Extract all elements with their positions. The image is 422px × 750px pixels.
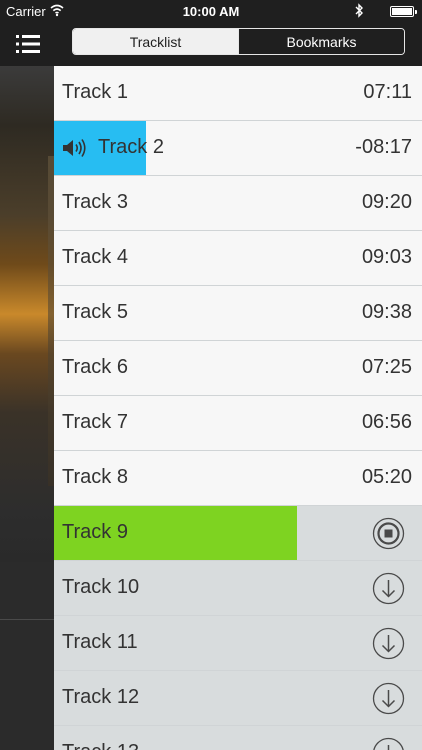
side-header xyxy=(0,22,54,66)
speaker-icon xyxy=(63,139,86,157)
track-row[interactable]: Track 4 09:03 xyxy=(54,231,422,286)
hamburger-menu-icon[interactable] xyxy=(16,34,40,54)
track-row[interactable]: Track 3 09:20 xyxy=(54,176,422,231)
status-bar: Carrier 10:00 AM xyxy=(0,0,422,22)
track-title: Track 13 xyxy=(62,741,139,750)
track-title: Track 10 xyxy=(62,576,140,598)
track-title: Track 9 xyxy=(62,521,128,543)
track-row[interactable]: Track 1 07:11 xyxy=(54,66,422,121)
track-duration: 05:20 xyxy=(361,466,412,488)
track-duration: -08:17 xyxy=(355,136,412,158)
album-artwork xyxy=(0,66,54,562)
track-title: Track 3 xyxy=(62,191,128,213)
download-icon[interactable] xyxy=(372,627,405,660)
track-title: Track 8 xyxy=(62,466,128,488)
bluetooth-icon xyxy=(355,3,363,18)
track-title: Track 11 xyxy=(62,631,138,653)
side-divider xyxy=(0,619,54,620)
track-title: Track 7 xyxy=(62,411,128,433)
track-duration: 09:03 xyxy=(361,246,412,268)
stop-download-icon[interactable] xyxy=(372,517,405,550)
track-duration: 09:38 xyxy=(361,301,412,323)
segmented-control: Tracklist Bookmarks xyxy=(72,28,405,55)
track-row[interactable]: Track 8 05:20 xyxy=(54,451,422,506)
track-duration: 07:11 xyxy=(363,81,412,103)
battery-icon xyxy=(390,6,417,17)
track-title: Track 2 xyxy=(98,136,164,158)
track-list: Track 1 07:11 Track 2 -08:17 Track 3 09:20 Tra… xyxy=(54,66,422,750)
player-panel xyxy=(0,562,54,750)
track-duration: 09:20 xyxy=(361,191,412,213)
track-duration: 07:25 xyxy=(361,356,412,378)
track-title: Track 12 xyxy=(62,686,140,708)
track-row[interactable]: Track 9 xyxy=(54,506,422,561)
track-row[interactable]: Track 6 07:25 xyxy=(54,341,422,396)
tab-bookmarks[interactable]: Bookmarks xyxy=(238,29,404,54)
track-row[interactable]: Track 13 xyxy=(54,726,422,750)
side-panel xyxy=(0,22,54,750)
track-title: Track 1 xyxy=(62,81,128,103)
track-row[interactable]: Track 7 06:56 xyxy=(54,396,422,451)
tab-tracklist[interactable]: Tracklist xyxy=(73,29,238,54)
download-icon[interactable] xyxy=(372,737,405,750)
track-row[interactable]: Track 2 -08:17 xyxy=(54,121,422,176)
track-row[interactable]: Track 10 xyxy=(54,561,422,616)
track-row[interactable]: Track 5 09:38 xyxy=(54,286,422,341)
track-title: Track 5 xyxy=(62,301,128,323)
track-row[interactable]: Track 11 xyxy=(54,616,422,671)
download-icon[interactable] xyxy=(372,572,405,605)
track-title: Track 6 xyxy=(62,356,128,378)
download-icon[interactable] xyxy=(372,682,405,715)
track-duration: 06:56 xyxy=(361,411,412,433)
track-row[interactable]: Track 12 xyxy=(54,671,422,726)
tracks-header: Tracklist Bookmarks xyxy=(54,22,422,66)
track-title: Track 4 xyxy=(62,246,128,268)
